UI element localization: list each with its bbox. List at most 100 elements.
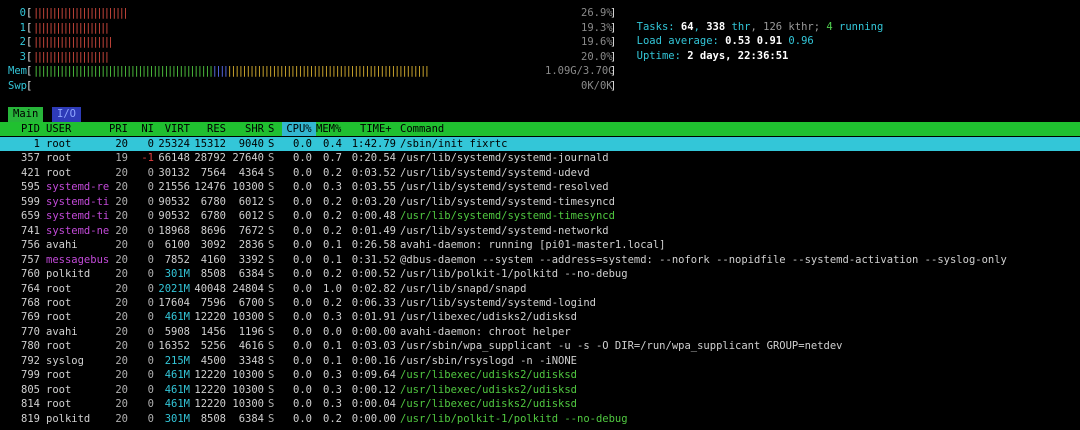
col-cpu-sorted[interactable]: CPU%: [282, 122, 316, 136]
cell-ni: 0: [147, 253, 154, 266]
process-row[interactable]: 756 avahi 20 0 6100 3092 2836 S 0.0 0.1 0:26.58 ava…: [0, 238, 1080, 252]
process-row[interactable]: 421 root 20 0 30132 7564 4364 S 0.0 0.2 0:03.52/us…: [0, 166, 1080, 180]
col-virt[interactable]: VIRT: [154, 122, 190, 136]
cell-shr: 6012: [238, 195, 264, 208]
col-time[interactable]: TIME+: [360, 122, 392, 136]
process-row[interactable]: 792 syslog 20 0 215M 4500 3348 S 0.0 0.1 0:00.16/u…: [0, 354, 1080, 368]
process-row[interactable]: 799 root 20 0 461M 12220 10300 S 0.0 0.3 0:09.64/u…: [0, 368, 1080, 382]
cell-time: 0:00.12: [351, 383, 396, 396]
cell-virt: 301M: [164, 268, 190, 281]
cell-shr: 9040: [238, 138, 264, 150]
swap-meter: Swp[0K/0K]: [0, 79, 616, 93]
cell-shr: 6700: [238, 296, 264, 309]
cell-s: S: [268, 181, 275, 194]
process-row-selected[interactable]: 1 root 20 0 25324 15312 9040 S 0.0 0.4 1:42.79/sbi…: [0, 137, 1080, 151]
meter-bracket: [: [26, 79, 33, 92]
cell-pri: 20: [115, 224, 128, 237]
cell-mem: 0.2: [323, 296, 342, 309]
cell-user: root: [46, 166, 72, 179]
cell-cpu: 0.0: [293, 311, 312, 324]
cell-shr: 24804: [232, 282, 264, 295]
cell-command: /usr/lib/systemd/systemd-udevd: [400, 166, 590, 179]
cell-res: 12220: [194, 383, 226, 396]
cpu-meter-percent: 19.3%: [581, 21, 613, 34]
meter-bracket: [: [26, 7, 33, 19]
process-row[interactable]: 599 systemd-ti 20 0 90532 6780 6012 S 0.0 0.2 0:03…: [0, 195, 1080, 209]
cell-virt: 21556: [158, 181, 190, 194]
col-ni[interactable]: NI: [130, 122, 154, 136]
cell-shr: 27640: [232, 152, 264, 165]
col-mem[interactable]: MEM%: [316, 122, 341, 136]
process-row[interactable]: 741 systemd-ne 20 0 18968 8696 7672 S 0.0 0.2 0:01…: [0, 224, 1080, 238]
uptime: Uptime: 2 days, 22:36:51: [636, 50, 789, 62]
cell-res: 1456: [200, 325, 226, 338]
cell-shr: 10300: [232, 398, 264, 411]
process-row[interactable]: 760 polkitd 20 0 301M 8508 6384 S 0.0 0.2 0:00.52 /…: [0, 267, 1080, 281]
cell-virt: 90532: [158, 195, 190, 208]
cell-virt: 461M: [164, 369, 190, 382]
process-row[interactable]: 595 systemd-re 20 0 21556 12476 10300 S 0.0 0.3 0:…: [0, 180, 1080, 194]
process-row[interactable]: 780 root 20 0 16352 5256 4616 S 0.0 0.1 0:03.03/us…: [0, 339, 1080, 353]
cell-s: S: [268, 195, 275, 208]
cell-command: /usr/lib/polkit-1/polkitd --no-debug: [400, 268, 628, 281]
memory-meter-bar: ||||||||||||||||||||||||||||||||||||||||…: [33, 64, 430, 78]
process-row[interactable]: 819 polkitd 20 0 301M 8508 6384 S 0.0 0.2 0:00.00 /…: [0, 412, 1080, 426]
cell-virt: 6100: [164, 239, 190, 252]
meter-bracket: ]: [610, 36, 617, 48]
cell-virt: 215M: [164, 354, 190, 367]
cell-res: 40048: [194, 282, 226, 295]
cell-command: /usr/lib/systemd/systemd-journald: [400, 152, 609, 165]
col-res[interactable]: RES: [190, 122, 226, 136]
cpu-meter-label: 0: [19, 7, 26, 19]
cell-cpu: 0.0: [293, 181, 312, 194]
cell-virt: 2021M: [158, 282, 190, 295]
cell-s: S: [268, 282, 275, 295]
process-row[interactable]: 769 root 20 0 461M 12220 10300 S 0.0 0.3 0:01.91/u…: [0, 310, 1080, 324]
cell-ni: 0: [147, 195, 154, 208]
process-row[interactable]: 805 root 20 0 461M 12220 10300 S 0.0 0.3 0:00.12/u…: [0, 383, 1080, 397]
cpu-meter: 2[||||||||||||||||||||| 19.6%]: [0, 35, 617, 49]
cell-cpu: 0.0: [293, 268, 312, 281]
tab-io[interactable]: I/O: [52, 107, 81, 122]
cell-user: syslog: [46, 354, 84, 367]
cell-pri: 20: [115, 398, 128, 411]
cell-mem: 0.1: [323, 354, 342, 367]
cell-cpu: 0.0: [293, 239, 312, 252]
cell-pri: 20: [115, 296, 128, 309]
cell-res: 8508: [200, 268, 226, 281]
tab-main[interactable]: Main: [8, 107, 44, 122]
cell-time: 0:03.55: [351, 181, 396, 194]
cell-shr: 6384: [238, 268, 264, 281]
col-shr[interactable]: SHR: [226, 122, 264, 136]
cell-pid: 1: [33, 138, 40, 150]
cpu-meter-percent: 26.9%: [581, 7, 613, 19]
cell-res: 7564: [200, 166, 226, 179]
cell-user: root: [46, 311, 72, 324]
process-row[interactable]: 659 systemd-ti 20 0 90532 6780 6012 S 0.0 0.2 0:00…: [0, 209, 1080, 223]
cell-ni: 0: [147, 340, 154, 353]
process-row[interactable]: 768 root 20 0 17604 7596 6700 S 0.0 0.2 0:06.33/us…: [0, 296, 1080, 310]
cell-res: 15312: [194, 138, 226, 150]
cell-mem: 0.3: [323, 383, 342, 396]
cell-s: S: [268, 166, 275, 179]
process-row[interactable]: 757 messagebus 20 0 7852 4160 3392 S 0.0 0.1 0:31.…: [0, 253, 1080, 267]
cell-ni: 0: [147, 210, 154, 223]
col-pri[interactable]: PRI: [100, 122, 128, 136]
process-row[interactable]: 814 root 20 0 461M 12220 10300 S 0.0 0.3 0:00.04/u…: [0, 397, 1080, 411]
cell-mem: 0.2: [323, 210, 342, 223]
cell-shr: 10300: [232, 369, 264, 382]
cell-user: root: [46, 152, 72, 165]
cell-virt: 461M: [164, 383, 190, 396]
cell-pid: 799: [21, 369, 40, 382]
cell-res: 12476: [194, 181, 226, 194]
col-command[interactable]: Command: [400, 122, 444, 136]
col-user[interactable]: USER: [46, 122, 71, 136]
process-row[interactable]: 770 avahi 20 0 5908 1456 1196 S 0.0 0.0 0:00.00 ava…: [0, 325, 1080, 339]
cell-mem: 0.1: [323, 239, 342, 252]
process-row[interactable]: 357 root 19 -1 66148 28792 27640 S 0.0 0.7 0:20.54…: [0, 151, 1080, 165]
cell-mem: 0.3: [323, 369, 342, 382]
process-row[interactable]: 764 root 20 0 2021M 40048 24804 S 0.0 1.0 0:02.82 /…: [0, 282, 1080, 296]
cell-ni: 0: [147, 296, 154, 309]
col-pid[interactable]: PID: [0, 122, 40, 136]
col-state[interactable]: S: [268, 122, 274, 136]
